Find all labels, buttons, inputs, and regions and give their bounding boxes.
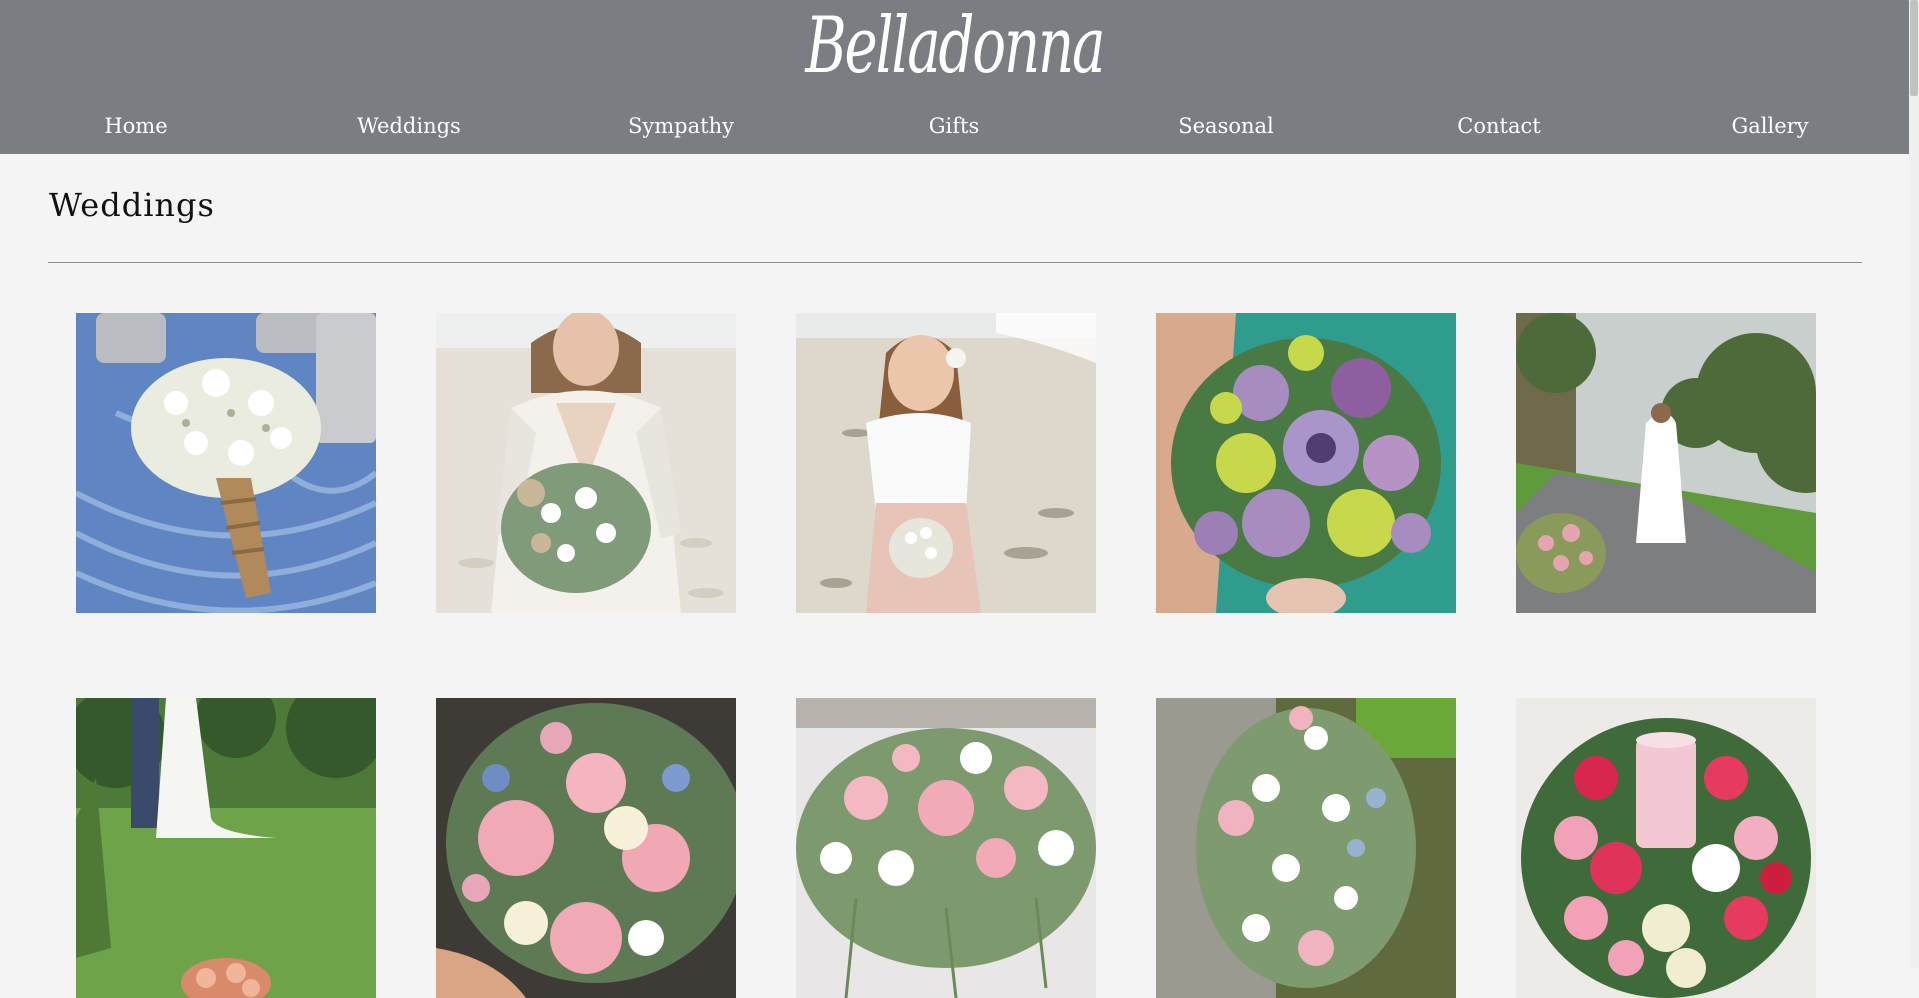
gallery-photo-couple-in-field[interactable] [76,698,376,998]
nav-item-gallery[interactable]: Gallery [1650,105,1890,147]
gallery-photo-bride-on-beach[interactable] [436,313,736,613]
gallery-photo-candle-wreath[interactable] [1516,698,1816,998]
nav-item-home[interactable]: Home [16,105,256,147]
gallery-photo-lilac-rose-bouquet[interactable] [1156,313,1456,613]
gallery-photo-table-centerpiece[interactable] [796,698,1096,998]
gallery-photo-gypsophila-bouquet[interactable] [76,313,376,613]
gallery-photo-pink-rose-bouquet[interactable] [436,698,736,998]
page-title: Weddings [49,186,215,224]
page-scrollbar[interactable] [1909,0,1919,968]
site-header: Belladonna Home Weddings Sympathy Gifts … [0,0,1909,154]
gallery-photo-flower-girl-beach[interactable] [796,313,1096,613]
gallery-photo-floral-urn-arrangement[interactable] [1156,698,1456,998]
main-nav: Home Weddings Sympathy Gifts Seasonal Co… [0,105,1909,147]
nav-item-gifts[interactable]: Gifts [834,105,1074,147]
nav-item-weddings[interactable]: Weddings [289,105,529,147]
site-logo[interactable]: Belladonna [267,0,1641,94]
nav-item-seasonal[interactable]: Seasonal [1106,105,1346,147]
nav-item-contact[interactable]: Contact [1379,105,1619,147]
gallery-photo-bride-walking-path[interactable] [1516,313,1816,613]
title-divider [48,262,1862,263]
scrollbar-thumb[interactable] [1910,0,1918,96]
nav-item-sympathy[interactable]: Sympathy [561,105,801,147]
